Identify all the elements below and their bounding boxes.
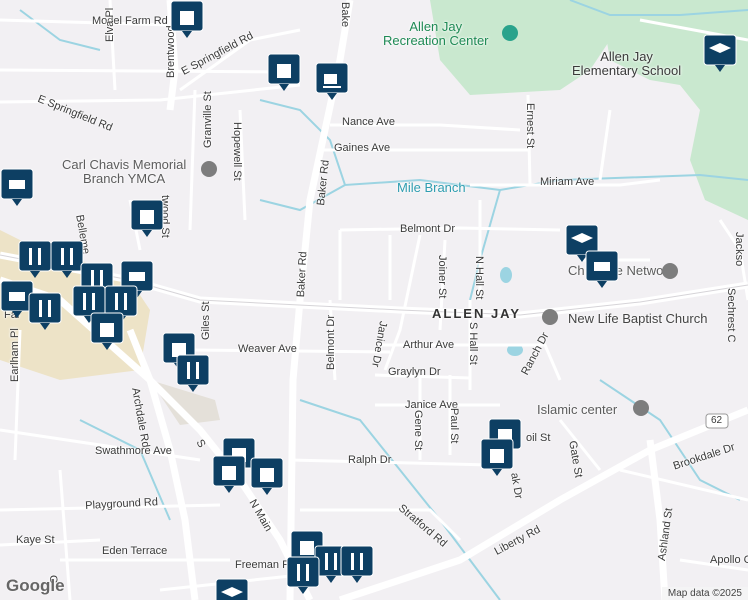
restaurant-pin-icon[interactable] [28,292,62,336]
map-canvas[interactable]: Model Farm Rd Elva Pl E Springfield Rd E… [0,0,748,600]
street-freeman-rd: Freeman R [235,559,291,571]
street-apollo-c: Apollo C [710,554,748,566]
restaurant-pin-icon[interactable] [286,556,320,600]
grocery-cart-pin-icon[interactable] [0,168,34,212]
street-jackson: Jackso [733,232,745,267]
street-nance-ave: Nance Ave [342,116,396,128]
park-marker-icon[interactable] [502,25,518,41]
route-62-shield: 62 [711,415,723,426]
street-elva-pl: Elva Pl [104,7,116,42]
street-graylyn-dr: Graylyn Dr [388,366,441,378]
street-paul-st: Paul St [448,408,460,444]
street-weaver-ave: Weaver Ave [238,343,297,355]
shopping-bag-pin-icon[interactable] [267,53,301,97]
shopping-bag-pin-icon[interactable] [480,438,514,482]
poi-carl-chavis-ymca[interactable]: Carl Chavis Memorial Branch YMCA [62,157,186,187]
google-logo[interactable]: Google [6,576,65,596]
street-ralph-dr: Ralph Dr [348,454,392,466]
street-joiner-st: Joiner St [436,255,448,299]
street-belmont-dr-vertical: Belmont Dr [325,314,337,370]
restaurant-pin-icon[interactable] [176,354,210,398]
street-giles-st: Giles St [200,301,212,340]
shopping-bag-pin-icon[interactable] [170,0,204,44]
restaurant-pin-icon[interactable] [18,240,52,284]
school-cap-pin-icon[interactable] [703,34,737,78]
shopping-bag-pin-icon[interactable] [130,199,164,243]
poi-allen-jay-rec-center[interactable]: Allen Jay Recreation Center [383,19,489,49]
street-oil-st: oil St [526,432,551,444]
cafe-cup-pin-icon[interactable] [315,62,349,106]
map-data-copyright[interactable]: Map data ©2025 [661,587,748,600]
street-sechrest: Sechrest C [725,288,737,343]
street-baker-rd-top: Bake [339,2,351,28]
street-kaye-st: Kaye St [16,534,55,546]
mosque-marker-icon[interactable] [633,400,649,416]
shopping-bag-pin-icon[interactable] [212,455,246,499]
grocery-cart-pin-icon[interactable] [585,250,619,294]
poi-islamic-center[interactable]: Islamic center [537,402,617,417]
street-swathmore-ave: Swathmore Ave [95,445,172,457]
church-cross-icon[interactable] [542,309,558,325]
street-arthur-ave: Arthur Ave [403,339,455,351]
restaurant-pin-icon[interactable] [340,545,374,589]
area-allen-jay: ALLEN JAY [432,306,522,321]
stream-mile-branch: Mile Branch [397,180,466,195]
street-earlham-pl: Earlham Pl [9,328,21,382]
street-gaines-ave: Gaines Ave [334,142,391,154]
poi-allen-jay-elementary[interactable]: Allen Jay Elementary School [572,49,681,79]
street-gene-st: Gene St [412,410,424,451]
poi-new-life-baptist-church[interactable]: New Life Baptist Church [568,311,707,326]
street-hopewell-st: Hopewell St [231,122,243,181]
restaurant-pin-icon[interactable] [50,240,84,284]
street-s-hall-st: S Hall St [467,322,479,365]
street-belmont-dr: Belmont Dr [400,223,456,235]
street-eden-terrace: Eden Terrace [102,545,168,557]
ymca-marker-icon[interactable] [201,161,217,177]
shopping-bag-pin-icon[interactable] [90,312,124,356]
street-ernest-st: Ernest St [524,103,536,149]
shopping-bag-pin-icon[interactable] [250,457,284,501]
street-n-hall-st: N Hall St [473,256,485,300]
school-cap-pin-icon[interactable] [215,578,249,600]
street-miriam-ave: Miriam Ave [540,176,595,188]
childcare-marker-icon[interactable] [662,263,678,279]
street-granville-st: Granville St [202,91,214,148]
